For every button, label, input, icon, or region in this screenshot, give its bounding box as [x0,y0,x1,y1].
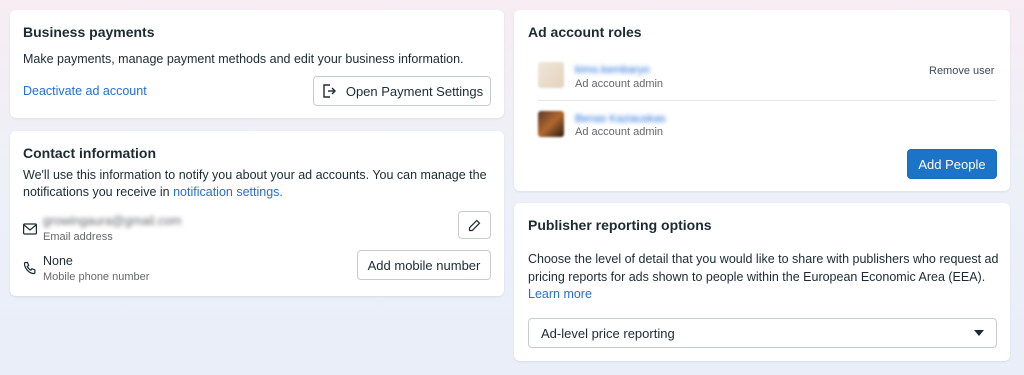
phone-label: Mobile phone number [43,271,150,283]
ad-account-roles-card: Ad account roles kimo.kembaryo Ad accoun… [514,10,1010,191]
contact-description-text: notifications you receive in [23,185,170,199]
user-avatar [538,62,564,88]
remove-user-link[interactable]: Remove user [929,62,994,80]
business-payments-description: Make payments, manage payment methods an… [23,52,464,66]
publisher-reporting-title: Publisher reporting options [528,217,712,233]
email-value: growingaura@gmail.com [43,214,182,228]
edit-email-button[interactable] [458,211,491,239]
contact-information-card: Contact information We'll use this infor… [10,131,504,296]
envelope-icon [23,222,37,236]
business-payments-title: Business payments [23,24,155,40]
exit-icon [321,83,337,99]
business-payments-card: Business payments Make payments, manage … [10,10,504,118]
user-role: Ad account admin [575,126,664,138]
email-label: Email address [43,231,113,243]
user-role: Ad account admin [575,78,664,90]
caret-down-icon [974,330,984,336]
deactivate-ad-account-link[interactable]: Deactivate ad account [23,82,147,100]
publisher-description-line-1: Choose the level of detail that you woul… [528,252,999,266]
user-name[interactable]: kimo.kembaryo [575,61,650,79]
open-payment-settings-label: Open Payment Settings [345,83,484,99]
contact-information-title: Contact information [23,145,156,161]
learn-more-link[interactable]: Learn more [528,285,592,303]
add-people-button[interactable]: Add People [907,149,997,179]
publisher-reporting-card: Publisher reporting options Choose the l… [514,203,1010,361]
pencil-icon [468,219,481,232]
user-avatar [538,111,564,137]
contact-description-line-1: We'll use this information to notify you… [23,168,487,182]
add-mobile-number-button[interactable]: Add mobile number [357,250,491,280]
ad-account-roles-title: Ad account roles [528,24,642,40]
open-payment-settings-button[interactable]: Open Payment Settings [313,76,491,106]
phone-icon [23,261,37,275]
price-reporting-select[interactable]: Ad-level price reporting [528,318,997,348]
contact-description-line-2: notifications you receive in notificatio… [23,183,283,201]
notification-settings-link[interactable]: notification settings. [173,185,283,199]
phone-value: None [43,254,73,268]
price-reporting-select-value: Ad-level price reporting [541,325,675,341]
roles-divider [538,100,996,101]
publisher-description-line-2: pricing reports for ads shown to people … [528,270,986,284]
